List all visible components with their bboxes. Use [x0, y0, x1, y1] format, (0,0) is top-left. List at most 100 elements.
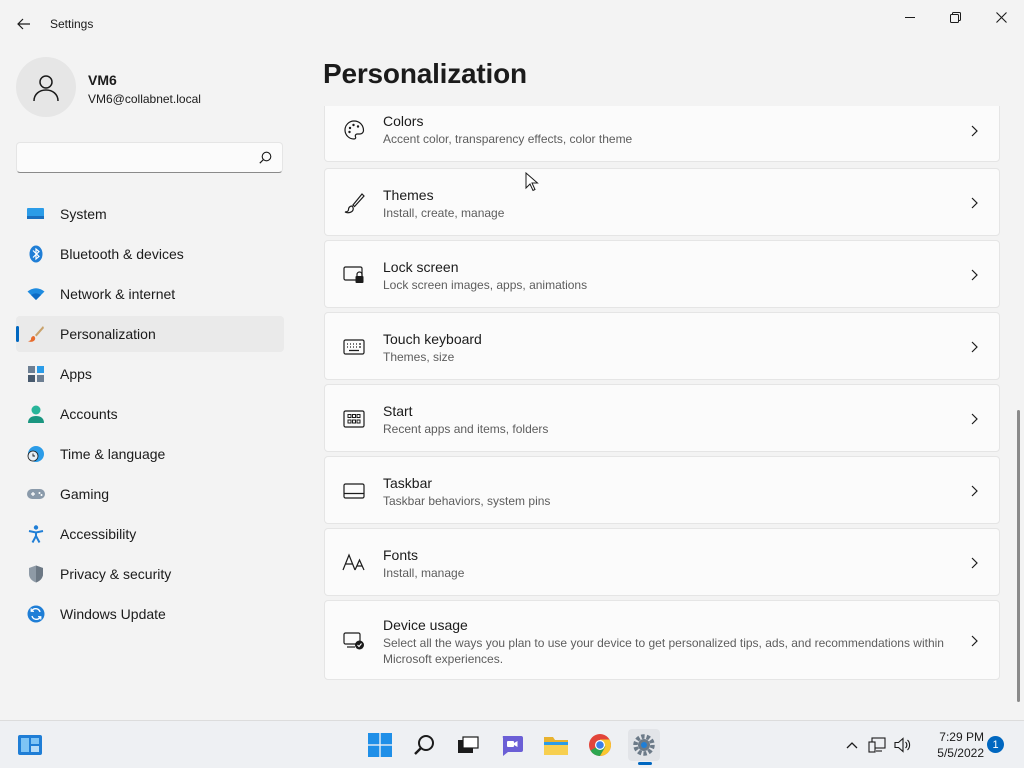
clock-time: 7:29 PM — [939, 730, 984, 744]
start-icon — [342, 407, 366, 431]
card-title: Start — [383, 403, 413, 419]
restore-icon — [949, 11, 961, 23]
mouse-cursor-icon — [525, 172, 539, 192]
clock-globe-icon — [27, 445, 45, 463]
card-subtitle: Recent apps and items, folders — [383, 422, 549, 436]
device-usage-icon — [342, 629, 366, 653]
file-explorer-button[interactable] — [540, 729, 572, 761]
taskbar: 7:29 PM 5/5/2022 1 — [0, 720, 1024, 768]
active-app-indicator — [638, 762, 652, 765]
device-usage-card[interactable]: Device usage Select all the ways you pla… — [324, 600, 1000, 680]
chrome-button[interactable] — [584, 729, 616, 761]
sidebar-item-label: Privacy & security — [60, 566, 172, 582]
notification-badge[interactable]: 1 — [987, 736, 1004, 753]
card-title: Themes — [383, 187, 434, 203]
fonts-card[interactable]: Fonts Install, manage — [324, 528, 1000, 596]
chevron-right-icon — [969, 340, 979, 354]
taskbar-search-button[interactable] — [408, 729, 440, 761]
start-card[interactable]: Start Recent apps and items, folders — [324, 384, 1000, 452]
sidebar-item-label: Time & language — [60, 446, 166, 462]
card-subtitle: Taskbar behaviors, system pins — [383, 494, 551, 508]
user-profile[interactable]: VM6 VM6@collabnet.local — [16, 57, 286, 117]
sidebar-item-network[interactable]: Network & internet — [16, 276, 284, 312]
network-icon — [868, 737, 886, 753]
restore-button[interactable] — [932, 4, 978, 30]
chevron-right-icon — [969, 268, 979, 282]
page-title: Personalization — [323, 58, 527, 89]
apps-icon — [27, 365, 45, 383]
card-subtitle: Select all the ways you plan to use your… — [383, 636, 944, 666]
sidebar-nav: System Bluetooth & devices Network & int… — [16, 196, 284, 636]
colors-card[interactable]: Colors Accent color, transparency effect… — [324, 106, 1000, 162]
sidebar-item-accessibility[interactable]: Accessibility — [16, 516, 284, 552]
card-subtitle: Install, manage — [383, 566, 465, 580]
sidebar-item-privacy-security[interactable]: Privacy & security — [16, 556, 284, 592]
chevron-right-icon — [969, 412, 979, 426]
chevron-right-icon — [969, 484, 979, 498]
sidebar-item-label: Windows Update — [60, 606, 166, 622]
minimize-button[interactable] — [887, 4, 933, 30]
sidebar-item-label: Accounts — [60, 406, 118, 422]
minimize-icon — [904, 16, 915, 18]
sidebar-item-time-language[interactable]: Time & language — [16, 436, 284, 472]
themes-card[interactable]: Themes Install, create, manage — [324, 168, 1000, 236]
bluetooth-icon — [27, 245, 45, 263]
search-input[interactable] — [27, 149, 247, 167]
brush-pen-icon — [342, 191, 366, 215]
close-button[interactable] — [978, 4, 1024, 30]
sidebar-item-accounts[interactable]: Accounts — [16, 396, 284, 432]
sidebar-item-label: Personalization — [60, 326, 156, 342]
clock-date: 5/5/2022 — [937, 746, 984, 760]
profile-email: VM6@collabnet.local — [88, 92, 201, 106]
search-icon[interactable] — [259, 151, 272, 164]
chevron-right-icon — [969, 556, 979, 570]
avatar — [16, 57, 76, 117]
settings-list: Colors Accent color, transparency effect… — [324, 106, 1000, 718]
windows-logo-icon — [368, 733, 392, 757]
search-box[interactable] — [16, 142, 283, 173]
sidebar-item-label: Accessibility — [60, 526, 137, 542]
card-title: Device usage — [383, 617, 468, 633]
clock[interactable]: 7:29 PM 5/5/2022 — [920, 729, 984, 761]
volume-tray-button[interactable] — [890, 729, 916, 761]
card-subtitle: Accent color, transparency effects, colo… — [383, 132, 633, 146]
start-button[interactable] — [364, 729, 396, 761]
sidebar-item-personalization[interactable]: Personalization — [16, 316, 284, 352]
card-subtitle: Themes, size — [383, 350, 455, 364]
sidebar-item-label: System — [60, 206, 107, 222]
lock-screen-card[interactable]: Lock screen Lock screen images, apps, an… — [324, 240, 1000, 308]
widgets-button[interactable] — [14, 729, 46, 761]
taskbar-icon — [342, 479, 366, 503]
taskbar-card[interactable]: Taskbar Taskbar behaviors, system pins — [324, 456, 1000, 524]
network-tray-button[interactable] — [864, 729, 890, 761]
palette-icon — [342, 118, 366, 142]
sidebar-item-label: Gaming — [60, 486, 110, 502]
card-title: Lock screen — [383, 259, 459, 275]
search-icon — [414, 735, 434, 755]
card-subtitle: Lock screen images, apps, animations — [383, 278, 588, 292]
sidebar-item-label: Apps — [60, 366, 92, 382]
settings-taskbar-button[interactable] — [628, 729, 660, 761]
sidebar-item-windows-update[interactable]: Windows Update — [16, 596, 284, 632]
accessibility-icon — [27, 525, 45, 543]
sidebar-item-apps[interactable]: Apps — [16, 356, 284, 392]
fonts-icon — [342, 551, 366, 575]
sidebar-item-gaming[interactable]: Gaming — [16, 476, 284, 512]
back-button[interactable] — [10, 10, 38, 38]
task-view-button[interactable] — [452, 729, 484, 761]
volume-icon — [894, 737, 911, 753]
sidebar-item-bluetooth[interactable]: Bluetooth & devices — [16, 236, 284, 272]
chat-button[interactable] — [496, 729, 528, 761]
close-icon — [995, 11, 1007, 23]
touch-keyboard-card[interactable]: Touch keyboard Themes, size — [324, 312, 1000, 380]
chevron-right-icon — [969, 196, 979, 210]
widgets-icon — [18, 735, 42, 755]
chevron-up-icon — [846, 742, 858, 749]
vertical-scrollbar[interactable] — [1017, 410, 1020, 702]
sidebar-item-system[interactable]: System — [16, 196, 284, 232]
wifi-icon — [27, 285, 45, 303]
task-view-icon — [458, 736, 479, 753]
card-title: Touch keyboard — [383, 331, 482, 347]
chat-icon — [502, 736, 523, 756]
gamepad-icon — [27, 485, 45, 503]
